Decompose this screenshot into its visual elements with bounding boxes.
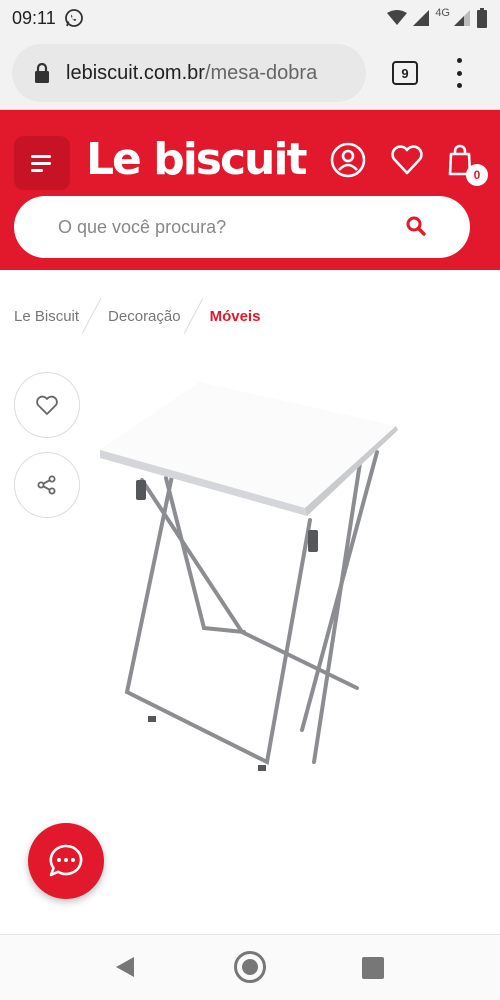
search-placeholder: O que você procura? (58, 216, 227, 237)
browser-toolbar: lebiscuit.com.br /mesa-dobra 9 (0, 36, 500, 110)
cart-count-badge: 0 (466, 164, 488, 186)
hamburger-menu-button[interactable] (14, 136, 70, 190)
breadcrumb-item-decoracao[interactable]: Decoração (108, 308, 181, 325)
page: 09:11 4G lebiscuit.com.br /mesa-dobra 9 … (0, 0, 500, 1000)
network-label: 4G (435, 7, 450, 19)
share-button[interactable] (14, 452, 80, 518)
breadcrumb-separator (81, 298, 102, 334)
system-nav-bar (0, 934, 500, 1000)
tab-switcher-button[interactable]: 9 (392, 61, 418, 85)
account-icon[interactable] (330, 142, 366, 178)
chat-button[interactable] (28, 823, 104, 899)
battery-icon (477, 8, 487, 28)
whatsapp-icon (64, 9, 83, 27)
recents-icon[interactable] (362, 957, 384, 979)
url-domain: lebiscuit.com.br (66, 61, 205, 84)
wifi-icon (387, 10, 408, 25)
tab-count: 9 (401, 65, 409, 81)
home-icon[interactable] (234, 951, 266, 983)
lock-icon (35, 63, 49, 83)
site-logo[interactable]: Le biscuit (86, 132, 307, 188)
url-path: /mesa-dobra (204, 61, 318, 84)
signal-icon (413, 10, 430, 26)
status-time: 09:11 (12, 7, 56, 28)
breadcrumb-current: Móveis (209, 307, 261, 325)
wishlist-button[interactable] (14, 372, 80, 438)
url-bar[interactable]: lebiscuit.com.br /mesa-dobra (12, 44, 366, 102)
share-icon (37, 475, 56, 495)
chat-bubble-icon (49, 844, 83, 877)
status-bar: 09:11 4G (0, 0, 500, 36)
product-image[interactable] (92, 370, 412, 790)
breadcrumb: Le Biscuit Decoração Móveis (14, 296, 260, 336)
breadcrumb-separator (183, 298, 203, 334)
back-icon[interactable] (114, 955, 136, 979)
search-icon[interactable] (404, 214, 428, 238)
menu-dots-icon[interactable] (452, 58, 466, 88)
heart-icon (36, 395, 58, 415)
signal-icon-2 (454, 10, 470, 26)
breadcrumb-item-home[interactable]: Le Biscuit (14, 308, 79, 325)
heart-icon[interactable] (389, 142, 425, 178)
status-icons: 4G (387, 7, 488, 28)
site-header: Le biscuit 0 O que você procura? (0, 110, 500, 270)
search-input[interactable]: O que você procura? (14, 196, 470, 258)
